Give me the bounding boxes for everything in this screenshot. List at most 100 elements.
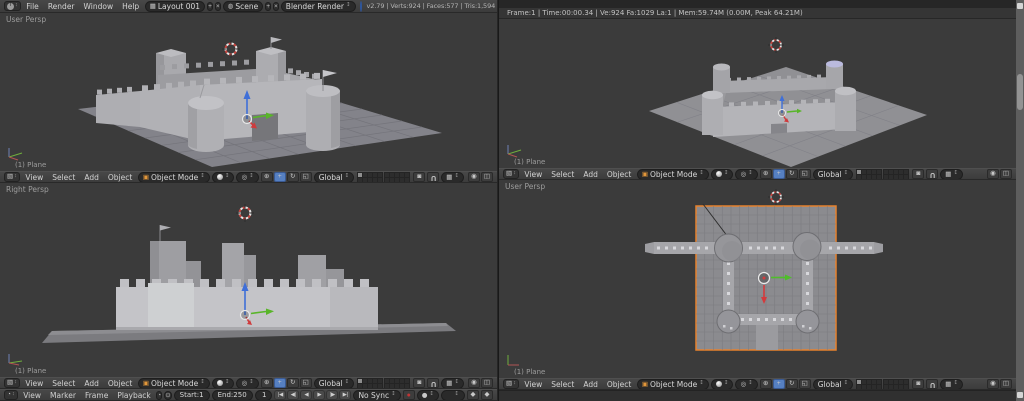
layers-group-2[interactable]	[883, 379, 910, 389]
menu-view[interactable]: View	[22, 173, 47, 182]
scroll-down-button[interactable]	[1017, 392, 1023, 398]
menu-add[interactable]: Add	[81, 173, 103, 182]
add-scene-button[interactable]: +	[265, 1, 271, 11]
mode-select[interactable]: ▣ Object Mode ↕	[137, 172, 210, 182]
menu-playback[interactable]: Playback	[114, 391, 154, 400]
menu-add[interactable]: Add	[580, 170, 602, 179]
menu-view[interactable]: View	[521, 380, 546, 389]
jump-to-end-button[interactable]: ▶|	[339, 390, 352, 400]
pivot-center-select[interactable]: ◎ ↕	[735, 169, 758, 179]
snap-toggle-button[interactable]: U	[427, 172, 440, 182]
viewport-bottom-right[interactable]: User Persp (1) Plane	[499, 180, 1016, 378]
menu-object[interactable]: Object	[104, 173, 135, 182]
menu-view[interactable]: View	[521, 170, 546, 179]
keying-set-field[interactable]: ↕	[441, 390, 465, 400]
menu-view[interactable]: View	[20, 391, 45, 400]
next-keyframe-button[interactable]: |▶	[326, 390, 339, 400]
menu-help[interactable]: Help	[119, 2, 143, 11]
lock-time-cursor-toggle[interactable]: ⊙	[164, 390, 172, 400]
insert-keyframe-button[interactable]: ◆	[467, 390, 479, 400]
layers-group-2[interactable]	[384, 172, 411, 182]
play-reverse-button[interactable]: ◀	[300, 390, 313, 400]
layers-group-2[interactable]	[384, 378, 411, 388]
autokey-mode-select[interactable]: ● ↕	[416, 390, 439, 400]
layers-group-1[interactable]	[856, 379, 883, 389]
page-scrollbar[interactable]	[1016, 0, 1024, 401]
translate-manipulator-button[interactable]: +	[772, 379, 785, 389]
menu-add[interactable]: Add	[580, 380, 602, 389]
menu-frame[interactable]: Frame	[81, 391, 111, 400]
editor-type-button[interactable]: ▧ ↕	[503, 379, 519, 389]
editor-type-button[interactable]: ◔ ↕	[4, 390, 18, 400]
snap-toggle-button[interactable]: U	[427, 378, 440, 388]
menu-render[interactable]: Render	[44, 2, 78, 11]
add-screen-button[interactable]: +	[207, 1, 213, 11]
layers-widget[interactable]	[357, 378, 411, 388]
viewport-shading-select[interactable]: ↕	[211, 172, 235, 182]
scale-manipulator-button[interactable]: ◱	[299, 172, 312, 182]
layers-widget[interactable]	[856, 169, 910, 179]
viewport-shading-select[interactable]: ↕	[211, 378, 235, 388]
scrollbar-thumb[interactable]	[1017, 74, 1023, 110]
editor-type-button[interactable]: ▧ ↕	[4, 378, 20, 388]
layers-group-1[interactable]	[856, 169, 883, 179]
mode-select[interactable]: ▣ Object Mode ↕	[137, 378, 210, 388]
opengl-render-anim-button[interactable]: ◫	[481, 378, 493, 388]
menu-add[interactable]: Add	[81, 379, 103, 388]
screen-layout-select[interactable]: ▦ Layout 001	[144, 0, 206, 12]
menu-select[interactable]: Select	[548, 170, 578, 179]
translate-manipulator-button[interactable]: +	[273, 378, 286, 388]
lock-to-scene-button[interactable]: ◙	[912, 379, 925, 389]
pivot-center-select[interactable]: ◎ ↕	[236, 172, 259, 182]
layers-group-2[interactable]	[883, 169, 910, 179]
record-button[interactable]: ●	[402, 390, 415, 400]
snap-element-select[interactable]: ▦ ↕	[940, 379, 964, 389]
manipulator-enable-button[interactable]: ⊕	[260, 172, 273, 182]
viewport-shading-select[interactable]: ↕	[710, 169, 734, 179]
snap-element-select[interactable]: ▦ ↕	[441, 378, 465, 388]
viewport-top-right[interactable]: (1) Plane	[499, 19, 1016, 168]
lock-to-scene-button[interactable]: ◙	[413, 172, 426, 182]
scroll-up-button[interactable]	[1017, 3, 1023, 9]
lock-to-scene-button[interactable]: ◙	[413, 378, 426, 388]
opengl-render-image-button[interactable]: ◉	[987, 169, 999, 179]
snap-element-select[interactable]: ▦ ↕	[940, 169, 964, 179]
layers-group-1[interactable]	[357, 172, 384, 182]
render-engine-select[interactable]: Blender Render ↕	[280, 0, 356, 12]
mode-select[interactable]: ▣ Object Mode ↕	[636, 379, 709, 389]
manipulator-enable-button[interactable]: ⊕	[260, 378, 273, 388]
delete-scene-button[interactable]: ×	[273, 1, 279, 11]
opengl-render-anim-button[interactable]: ◫	[481, 172, 493, 182]
delete-keyframe-button[interactable]: ◆	[481, 390, 493, 400]
menu-window[interactable]: Window	[80, 2, 117, 11]
orientation-select[interactable]: Global ↕	[812, 169, 854, 179]
menu-marker[interactable]: Marker	[47, 391, 80, 400]
pivot-center-select[interactable]: ◎ ↕	[236, 378, 259, 388]
pivot-center-select[interactable]: ◎ ↕	[735, 379, 758, 389]
scale-manipulator-button[interactable]: ◱	[798, 169, 811, 179]
frame-start-field[interactable]: Start: 1	[173, 390, 210, 400]
manipulator-enable-button[interactable]: ⊕	[759, 379, 772, 389]
orientation-select[interactable]: Global ↕	[313, 378, 355, 388]
jump-to-start-button[interactable]: |◀	[274, 390, 287, 400]
sync-mode-select[interactable]: No Sync ↕	[353, 390, 401, 400]
opengl-render-image-button[interactable]: ◉	[468, 172, 480, 182]
mode-select[interactable]: ▣ Object Mode ↕	[636, 169, 709, 179]
frame-end-field[interactable]: End: 250	[211, 390, 253, 400]
rotate-manipulator-button[interactable]: ↻	[286, 378, 299, 388]
scene-select[interactable]: ◍ Scene	[222, 0, 264, 12]
menu-view[interactable]: View	[22, 379, 47, 388]
preview-range-toggle[interactable]: ◔	[156, 390, 163, 400]
editor-type-button[interactable]: ▧ ↕	[503, 169, 519, 179]
lock-to-scene-button[interactable]: ◙	[912, 169, 925, 179]
snap-toggle-button[interactable]: U	[926, 169, 939, 179]
rotate-manipulator-button[interactable]: ↻	[286, 172, 299, 182]
menu-select[interactable]: Select	[49, 173, 79, 182]
menu-object[interactable]: Object	[603, 170, 634, 179]
editor-type-button[interactable]: ▧ ↕	[4, 172, 20, 182]
layers-group-1[interactable]	[357, 378, 384, 388]
translate-manipulator-button[interactable]: +	[772, 169, 785, 179]
menu-file[interactable]: File	[23, 2, 43, 11]
orientation-select[interactable]: Global ↕	[313, 172, 355, 182]
scale-manipulator-button[interactable]: ◱	[299, 378, 312, 388]
